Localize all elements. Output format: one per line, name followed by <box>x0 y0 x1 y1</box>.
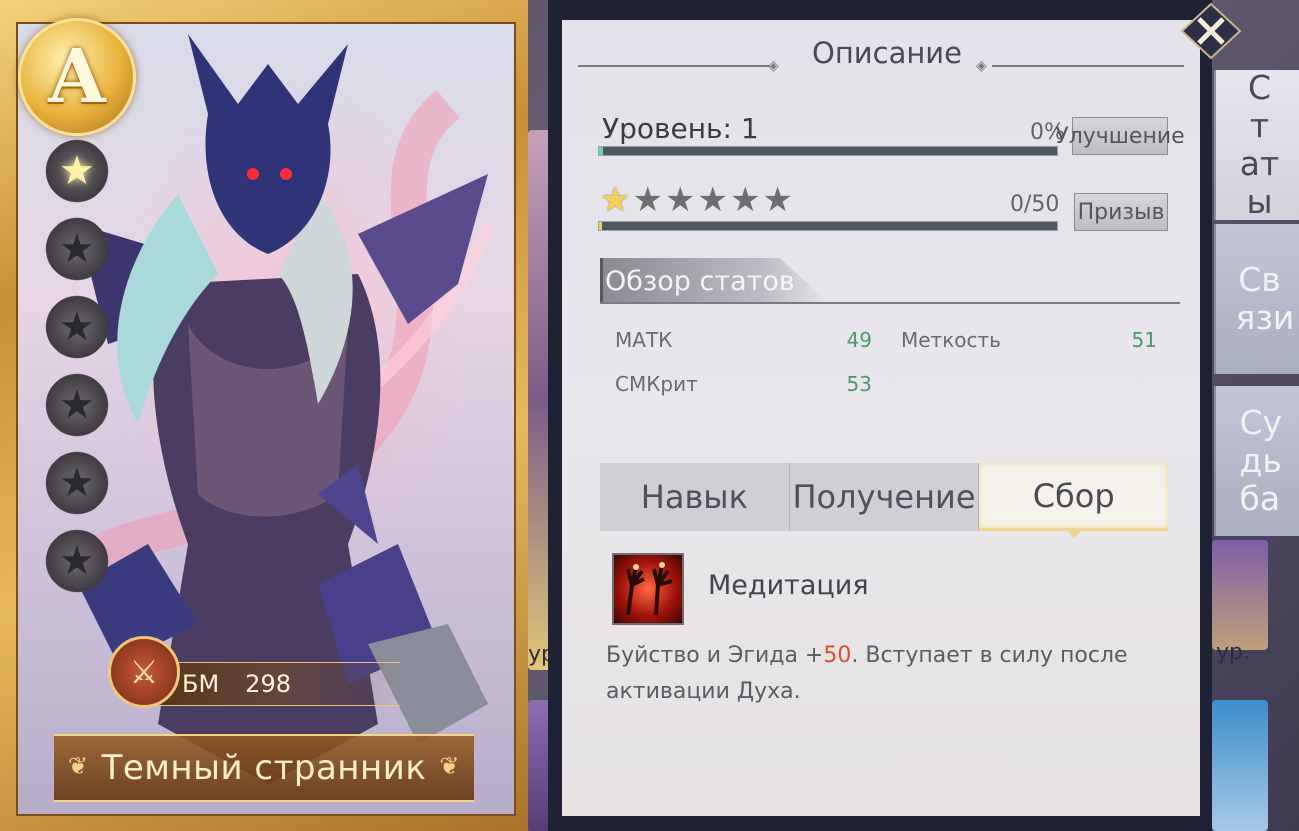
stat-value: 49 <box>846 328 872 352</box>
star-slot-empty: ★ <box>33 517 121 605</box>
battle-power-value: 298 <box>245 670 291 698</box>
star-icon: ★ <box>59 147 95 194</box>
shard-progress-bar <box>598 221 1058 231</box>
tab-obtain[interactable]: Получение <box>790 463 980 531</box>
battle-power-label: БМ <box>182 670 220 698</box>
title-divider-right <box>992 65 1184 67</box>
skill-name: Медитация <box>708 570 869 601</box>
shard-count: 0/50 <box>1010 192 1060 217</box>
meditation-skill-icon[interactable] <box>612 553 684 625</box>
background-card-thumb <box>1212 540 1268 650</box>
star-slot-filled: ★ <box>33 127 121 215</box>
active-tab-indicator <box>1065 530 1082 538</box>
info-tabs: Навык Получение Сбор <box>600 463 1169 538</box>
star-icon: ★ <box>59 381 95 428</box>
stat-name: Меткость <box>901 328 1001 352</box>
star-icon: ★ <box>697 180 730 220</box>
star-icon: ★ <box>729 180 763 220</box>
stat-value: 51 <box>1131 328 1157 352</box>
summon-button[interactable]: Призыв <box>1074 193 1168 231</box>
star-icon: ★ <box>600 180 633 220</box>
background-level-label: ур. <box>1216 640 1250 665</box>
skill-desc-text: Буйство и Эгида + <box>606 643 824 668</box>
skill-description: Буйство и Эгида +50. Вступает в силу пос… <box>606 638 1146 710</box>
star-rating: ★★★★★★ <box>600 180 795 220</box>
star-icon: ★ <box>59 459 95 506</box>
hero-name-plate: ❦ Темный странник ❦ <box>54 734 474 802</box>
side-tab-label: Ст ат ы <box>1239 68 1280 221</box>
tab-skill[interactable]: Навык <box>600 463 790 531</box>
lotus-ornament-icon: ❦ <box>439 752 460 780</box>
stat-value: 53 <box>846 372 872 396</box>
hero-level: Уровень: 1 <box>602 112 759 145</box>
lotus-ornament-icon: ❦ <box>68 752 89 780</box>
skill-desc-value: 50 <box>823 643 852 668</box>
star-slot-empty: ★ <box>33 283 121 371</box>
star-slot-empty: ★ <box>33 205 121 293</box>
star-icon: ★ <box>664 180 698 220</box>
tab-collection[interactable]: Сбор <box>979 463 1169 538</box>
side-tab-fate[interactable]: Су дь ба <box>1214 386 1299 536</box>
hero-card: A ★ ★ ★ ★ ★ ★ БМ 298 ⚔ ❦ Темный странник… <box>0 0 528 831</box>
star-icon: ★ <box>59 303 95 350</box>
hero-name: Темный странник <box>101 748 427 788</box>
crossed-swords-icon: ⚔ <box>108 636 180 708</box>
raised-hands-icon <box>626 562 673 616</box>
stat-name: МАТК <box>615 328 673 352</box>
section-divider <box>600 302 1180 304</box>
battle-power-bar: БМ 298 <box>150 662 400 706</box>
star-icon: ★ <box>762 180 795 220</box>
level-progress-bar <box>598 146 1058 156</box>
stat-name: СМКрит <box>615 372 698 396</box>
side-tab-stats[interactable]: Ст ат ы <box>1214 68 1299 221</box>
diamond-ornament-icon: ◈ <box>976 58 987 74</box>
hero-star-column: ★ ★ ★ ★ ★ ★ <box>33 127 121 608</box>
tab-collection-label: Сбор <box>1032 476 1115 515</box>
side-tab-label: Су дь ба <box>1239 403 1283 518</box>
shard-progress-fill <box>599 222 602 230</box>
star-icon: ★ <box>59 225 95 272</box>
side-tab-bonds[interactable]: Св язи <box>1214 224 1299 374</box>
rank-badge: A <box>18 18 136 136</box>
star-slot-empty: ★ <box>33 439 121 527</box>
star-slot-empty: ★ <box>33 361 121 449</box>
star-icon: ★ <box>632 180 665 220</box>
background-card-thumb <box>1212 700 1268 831</box>
star-icon: ★ <box>59 537 95 584</box>
upgrade-button[interactable]: Улучшение <box>1055 117 1185 155</box>
level-progress-fill <box>599 147 603 155</box>
side-tab-label: Св язи <box>1235 260 1295 337</box>
